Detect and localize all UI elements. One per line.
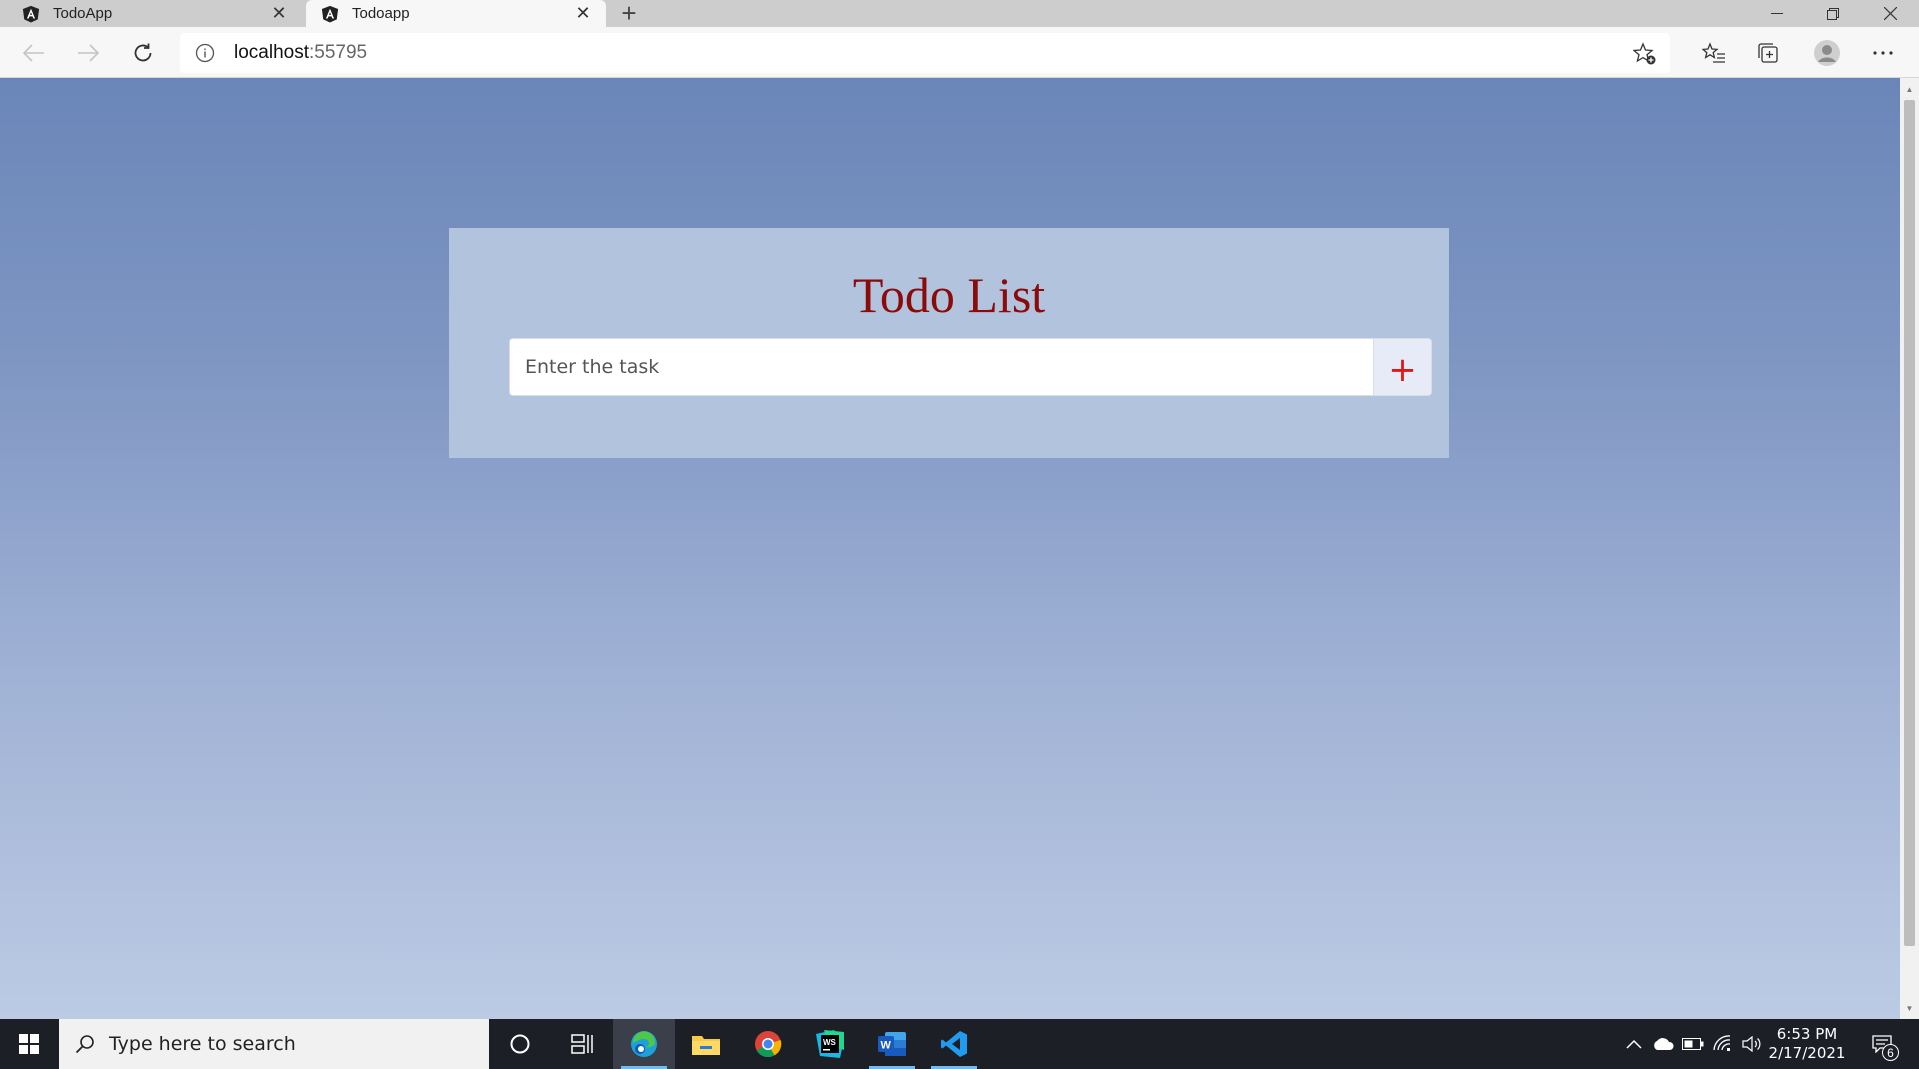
tab-title: Todoapp <box>352 5 410 22</box>
notification-center-icon[interactable]: 6 <box>1864 1019 1900 1069</box>
close-icon[interactable]: ✕ <box>570 1 596 27</box>
tab-title: TodoApp <box>53 5 113 22</box>
scroll-down-icon[interactable]: ▼ <box>1900 999 1919 1017</box>
task-input[interactable] <box>509 338 1373 396</box>
favorites-icon[interactable] <box>1698 37 1730 69</box>
page-viewport: Todo List + <box>0 78 1900 1019</box>
chrome-icon[interactable] <box>737 1019 799 1069</box>
cortana-icon[interactable] <box>489 1019 551 1069</box>
address-bar[interactable]: localhost:55795 <box>180 33 1670 73</box>
tab-todoapp-active[interactable]: Todoapp ✕ <box>306 0 606 27</box>
angular-icon <box>21 4 41 24</box>
windows-taskbar: Type here to search WS W 6:53 PM 2/17/20… <box>0 1019 1919 1069</box>
system-clock[interactable]: 6:53 PM 2/17/2021 <box>1762 1025 1852 1063</box>
more-options-icon[interactable] <box>1867 37 1899 69</box>
minimize-icon[interactable] <box>1749 0 1805 27</box>
new-tab-button[interactable]: + <box>614 0 644 28</box>
todo-card: Todo List + <box>449 228 1449 458</box>
scrollbar-thumb[interactable] <box>1904 100 1915 946</box>
webstorm-icon[interactable]: WS <box>799 1019 861 1069</box>
search-placeholder: Type here to search <box>109 1033 296 1055</box>
url-text[interactable]: localhost:55795 <box>234 42 367 64</box>
vertical-scrollbar[interactable]: ▲ ▼ <box>1900 78 1919 1019</box>
onedrive-icon[interactable] <box>1650 1019 1676 1069</box>
svg-text:WS: WS <box>823 1038 837 1047</box>
url-port: :55795 <box>309 42 368 63</box>
battery-icon[interactable] <box>1680 1019 1706 1069</box>
clock-date: 2/17/2021 <box>1768 1044 1846 1062</box>
notification-count-badge: 6 <box>1882 1044 1899 1061</box>
restore-icon[interactable] <box>1805 0 1861 27</box>
edge-icon[interactable] <box>613 1019 675 1069</box>
volume-icon[interactable] <box>1740 1019 1764 1069</box>
taskbar-search-box[interactable]: Type here to search <box>59 1019 489 1069</box>
word-icon[interactable]: W <box>861 1019 923 1069</box>
chevron-up-icon[interactable] <box>1622 1019 1646 1069</box>
windows-start-icon[interactable] <box>0 1019 58 1069</box>
url-host: localhost <box>234 42 309 63</box>
task-view-icon[interactable] <box>551 1019 613 1069</box>
page-title: Todo List <box>852 267 1046 323</box>
profile-avatar-icon[interactable] <box>1811 37 1843 69</box>
wifi-icon[interactable] <box>1710 1019 1736 1069</box>
forward-arrow-icon[interactable] <box>72 37 104 69</box>
close-icon[interactable]: ✕ <box>266 1 292 27</box>
collections-icon[interactable] <box>1753 37 1785 69</box>
search-icon <box>73 1032 97 1056</box>
vscode-icon[interactable] <box>923 1019 985 1069</box>
file-explorer-icon[interactable] <box>675 1019 737 1069</box>
add-favorite-icon[interactable] <box>1632 41 1658 67</box>
svg-text:W: W <box>881 1040 892 1052</box>
scroll-up-icon[interactable]: ▲ <box>1900 80 1919 98</box>
clock-time: 6:53 PM <box>1776 1025 1838 1043</box>
tab-strip: TodoApp ✕ Todoapp ✕ + <box>0 0 1919 28</box>
tab-todoapp[interactable]: TodoApp ✕ <box>0 0 302 27</box>
refresh-icon[interactable] <box>127 37 159 69</box>
info-icon[interactable] <box>194 42 216 64</box>
browser-toolbar: localhost:55795 <box>0 27 1919 78</box>
window-close-icon[interactable] <box>1862 0 1918 27</box>
angular-icon <box>320 4 340 24</box>
add-task-button[interactable]: + <box>1373 338 1432 396</box>
back-arrow-icon[interactable] <box>18 37 50 69</box>
